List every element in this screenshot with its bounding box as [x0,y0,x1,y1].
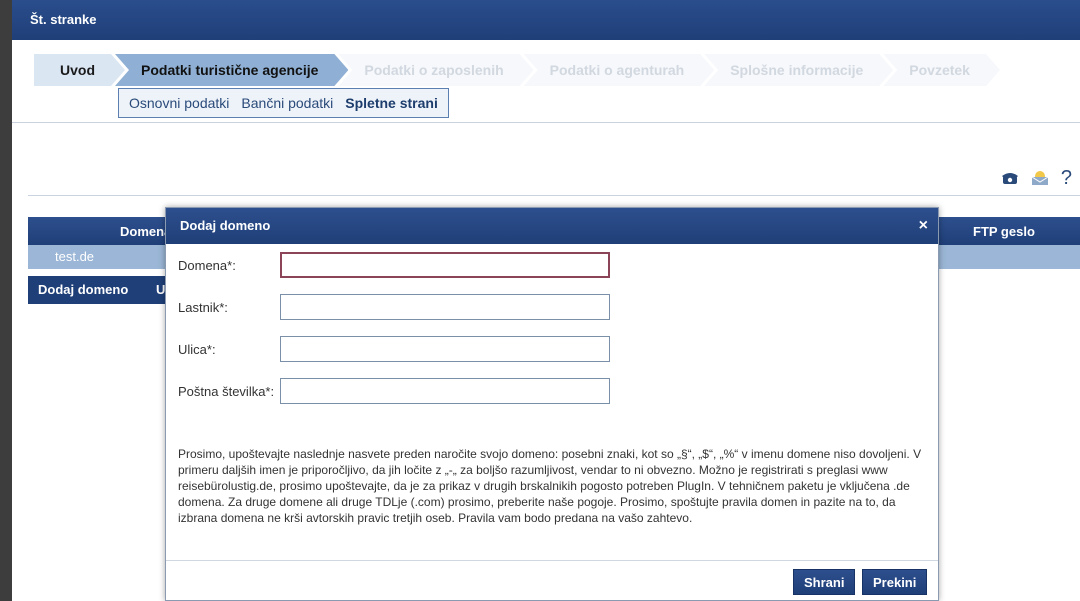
step-agency-offices: Podatki o agenturah [524,54,715,86]
wizard-steps: Uvod Podatki turistične agencije Podatki… [34,54,990,86]
postal-code-field-row: Poštna številka*: [178,378,610,404]
mail-icon[interactable] [1031,170,1049,186]
save-button[interactable]: Shrani [793,569,856,595]
domain-field-row: Domena*: [178,252,610,278]
postal-code-label: Poštna številka*: [178,383,275,399]
phone-icon[interactable] [1001,171,1019,185]
table-button-bar: Dodaj domeno U [28,276,168,304]
domain-input[interactable] [280,252,610,278]
toolbar-icons: ? [1001,168,1072,188]
street-label: Ulica*: [178,341,216,357]
owner-field-row: Lastnik*: [178,294,610,320]
street-input[interactable] [280,336,610,362]
step-summary: Povzetek [883,54,1000,86]
cancel-button[interactable]: Prekini [862,569,928,595]
owner-label: Lastnik*: [178,299,228,315]
customer-number-header: Št. stranke [12,0,1080,40]
step-employee-data: Podatki o zaposlenih [338,54,533,86]
step-general-info: Splošne informacije [704,54,893,86]
dialog-header: Dodaj domeno × [166,208,938,244]
tab-basic-data[interactable]: Osnovni podatki [129,95,229,111]
domain-cell: test.de [55,249,95,264]
step-intro[interactable]: Uvod [34,54,125,86]
dialog-footer: Shrani Prekini [166,560,938,600]
page: Št. stranke Uvod Podatki turistične agen… [0,0,1080,601]
tab-bank-data[interactable]: Bančni podatki [241,95,333,111]
add-domain-button[interactable]: Dodaj domeno [38,282,128,297]
tab-websites[interactable]: Spletne strani [345,95,438,111]
subtabs: Osnovni podatki Bančni podatki Spletne s… [118,88,449,118]
divider [12,122,1080,123]
add-domain-dialog: Dodaj domeno × Domena*: Lastnik*: Ulica*… [165,207,939,601]
divider [28,195,1080,196]
domain-notice: Prosimo, upoštevajte naslednje nasvete p… [178,447,922,525]
street-field-row: Ulica*: [178,336,610,362]
column-domain[interactable]: Domena [120,224,171,239]
postal-code-input[interactable] [280,378,610,404]
column-ftp-password[interactable]: FTP geslo [973,224,1035,239]
step-agency-data[interactable]: Podatki turistične agencije [115,54,348,86]
owner-input[interactable] [280,294,610,320]
domain-label: Domena*: [178,257,236,273]
secondary-button[interactable]: U [156,282,165,297]
dialog-title: Dodaj domeno [180,218,271,233]
help-icon[interactable]: ? [1061,168,1072,188]
window-edge [0,0,12,601]
close-icon[interactable]: × [919,208,928,244]
